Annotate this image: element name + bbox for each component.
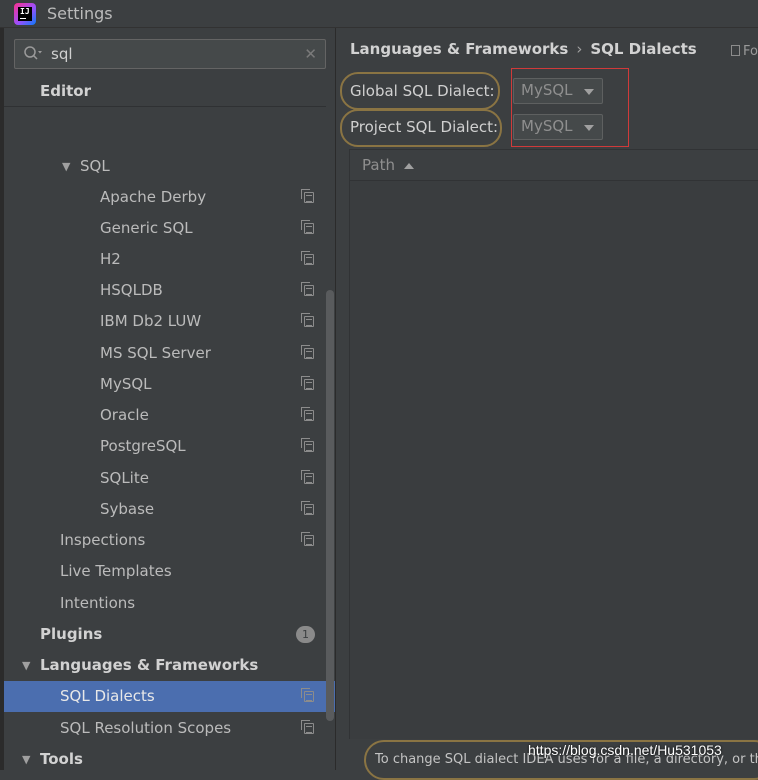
settings-tree[interactable]: Editor ▼Code Style▼SQLApache DerbyGeneri… [4,77,335,770]
tree-item-label: Oracle [100,406,149,424]
tree-item-languages-frameworks[interactable]: ▼ Languages & Frameworks [4,650,335,681]
project-settings-icon [301,220,314,234]
intellij-app-icon: IJ [14,3,36,25]
tree-item-label: Languages & Frameworks [40,656,259,674]
tree-item-label: MS SQL Server [100,344,211,362]
tree-item-label: SQL [80,157,110,175]
project-dialect-label: Project SQL Dialect: [350,118,499,136]
project-settings-icon [301,189,314,203]
tree-item-oracle[interactable]: Oracle [4,400,335,431]
tree-item-label: Tools [40,750,83,768]
tree-item-label: Plugins [40,625,103,643]
sticky-group-header: Editor [4,77,326,107]
header-right-link[interactable]: Fo [731,44,758,59]
tree-item-label: Generic SQL [100,219,193,237]
tree-item-label: IBM Db2 LUW [100,312,202,330]
project-settings-icon [301,376,314,390]
tree-item-postgresql[interactable]: PostgreSQL [4,431,335,462]
project-settings-icon [301,532,314,546]
title-bar: IJ Settings [0,0,758,28]
project-settings-icon [301,501,314,515]
sort-ascending-icon [404,163,414,169]
settings-sidebar: ✕ Editor ▼Code Style▼SQLApache DerbyGene… [4,28,336,770]
settings-search-box[interactable]: ✕ [14,39,326,69]
breadcrumb-current: SQL Dialects [590,40,697,58]
tree-item-intentions[interactable]: Intentions [4,588,335,619]
tree-item-label: PostgreSQL [100,437,186,455]
file-dialect-table[interactable]: Path [349,149,758,739]
tree-item-mysql[interactable]: MySQL [4,369,335,400]
tree-item-label: H2 [100,250,121,268]
tree-item-inspections[interactable]: Inspections [4,525,335,556]
tree-item-apache-derby[interactable]: Apache Derby [4,182,335,213]
red-highlight-box [511,68,629,147]
table-header[interactable]: Path [350,150,758,181]
update-count-badge: 1 [296,626,315,643]
project-settings-icon [301,438,314,452]
tree-item-hsqldb[interactable]: HSQLDB [4,275,335,306]
project-settings-icon [301,720,314,734]
global-dialect-label: Global SQL Dialect: [350,82,495,100]
tree-item-sybase[interactable]: Sybase [4,494,335,525]
tree-item-label: MySQL [100,375,152,393]
tree-item-live-templates[interactable]: Live Templates [4,556,335,587]
project-settings-icon [301,345,314,359]
watermark-url: https://blog.csdn.net/Hu531053 [528,742,722,758]
column-header-path[interactable]: Path [362,156,395,174]
tree-item-plugins[interactable]: Plugins 1 [4,619,335,650]
project-settings-icon [301,282,314,296]
tree-item-sql-dialects[interactable]: SQL Dialects [4,681,335,712]
tree-item-tools[interactable]: ▼ Tools [4,744,335,770]
tree-item-label: Inspections [60,531,146,549]
breadcrumb: Languages & Frameworks › SQL Dialects [350,40,697,58]
tree-item-label: Apache Derby [100,188,207,206]
project-settings-icon [301,251,314,265]
tree-item-label: SQL Dialects [60,687,155,705]
project-settings-icon [301,688,314,702]
clear-search-icon[interactable]: ✕ [304,45,317,63]
sticky-group-label: Editor [40,82,91,100]
tree-item-sql[interactable]: ▼ SQL [4,151,335,182]
tree-item-ibm-db2-luw[interactable]: IBM Db2 LUW [4,306,335,337]
expand-triangle-icon[interactable]: ▼ [62,151,70,182]
search-input[interactable] [51,44,291,64]
tree-item-generic-sql[interactable]: Generic SQL [4,213,335,244]
tree-item-sql-resolution-scopes[interactable]: SQL Resolution Scopes [4,713,335,744]
tree-item-h2[interactable]: H2 [4,244,335,275]
tree-item-label: Intentions [60,594,136,612]
tree-item-sqlite[interactable]: SQLite [4,463,335,494]
sidebar-scrollbar[interactable] [326,290,334,721]
window-title: Settings [47,4,113,23]
expand-triangle-icon[interactable]: ▼ [22,650,30,681]
breadcrumb-parent[interactable]: Languages & Frameworks [350,40,568,58]
tree-item-label: HSQLDB [100,281,163,299]
tree-item-label: SQLite [100,469,149,487]
project-settings-icon [301,313,314,327]
tree-item-label: Sybase [100,500,155,518]
project-settings-icon [301,407,314,421]
tree-item-label: SQL Resolution Scopes [60,719,232,737]
tree-item-label: Live Templates [60,562,172,580]
search-icon [24,46,42,60]
document-icon [731,45,740,56]
settings-content: Languages & Frameworks › SQL Dialects Fo G… [337,28,758,780]
project-settings-icon [301,470,314,484]
breadcrumb-separator: › [576,40,583,58]
tree-item-ms-sql-server[interactable]: MS SQL Server [4,338,335,369]
expand-triangle-icon[interactable]: ▼ [22,744,30,770]
header-right-label: Fo [743,44,758,59]
